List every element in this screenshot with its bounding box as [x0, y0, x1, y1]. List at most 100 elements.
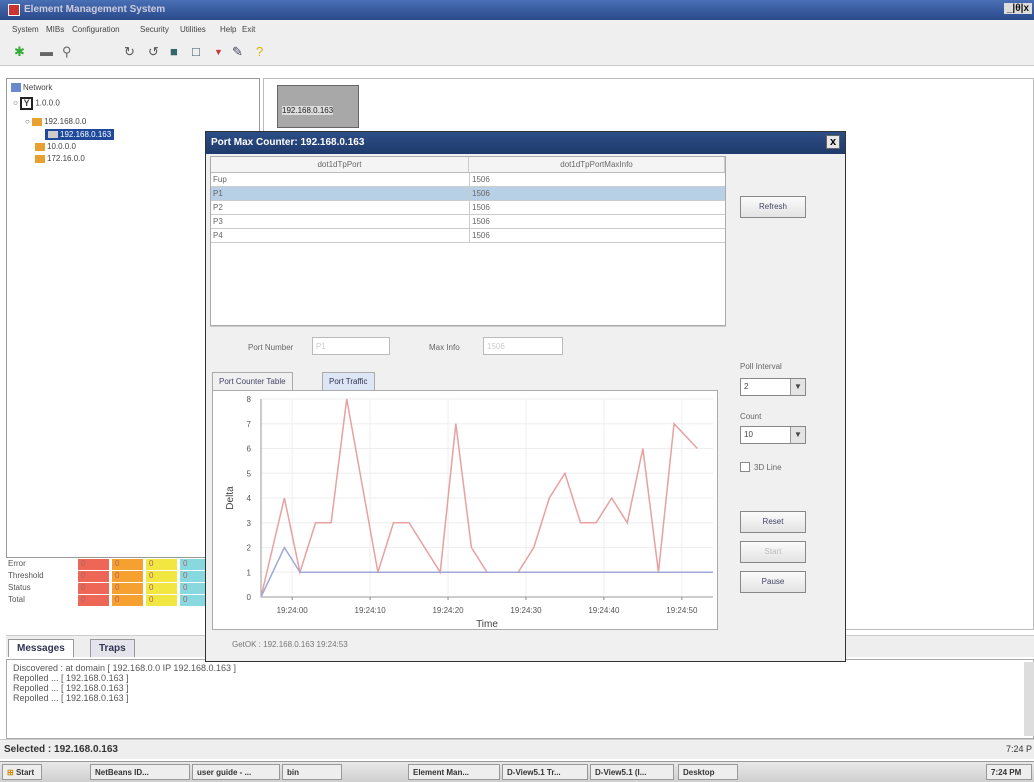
- taskbar-item-bin[interactable]: bin: [282, 764, 342, 780]
- filter-icon[interactable]: ▼: [214, 47, 223, 57]
- table-cell-port: P1: [213, 189, 223, 198]
- table-row[interactable]: P1 1506: [211, 187, 725, 201]
- count-cell[interactable]: 0: [78, 559, 109, 570]
- pause-button[interactable]: Pause: [740, 571, 806, 593]
- dialog-title-bar: Port Max Counter: 192.168.0.163 x: [206, 132, 845, 154]
- device-icon: [48, 131, 58, 139]
- alarm-counts: Error 0 0 0 0 Threshold 0 0 0 0 Status 0 0 0 0 Total 0 0 0…: [6, 556, 211, 626]
- device-box[interactable]: 192.168.0.163: [277, 85, 359, 128]
- menu-exit[interactable]: Exit: [242, 25, 255, 34]
- taskbar-desktop[interactable]: Desktop: [678, 764, 738, 780]
- table-cell-maxinfo: 1506: [472, 203, 490, 212]
- traffic-chart: 0 1 2 3 4 5 6 7 8 19:24:00 19:24:10 19:24:20 19:24:3…: [212, 390, 718, 630]
- count-cell[interactable]: 0: [112, 583, 143, 594]
- menu-system[interactable]: System: [12, 25, 39, 34]
- y-tick-label: 3: [247, 519, 252, 528]
- menu-bar: System MIBs Configuration Security Utili…: [0, 20, 1034, 40]
- device-icon[interactable]: ▬: [40, 44, 53, 59]
- table-cell-port: P4: [213, 231, 223, 240]
- selected-status: Selected : 192.168.0.163: [4, 744, 118, 755]
- edit-icon[interactable]: ✎: [232, 44, 243, 60]
- title-bar: Element Management System _|θ|x: [0, 0, 1034, 20]
- taskbar-item-element-manager[interactable]: Element Man...: [408, 764, 500, 780]
- count-cell[interactable]: 0: [112, 559, 143, 570]
- help-icon[interactable]: ?: [256, 44, 263, 59]
- table-row[interactable]: P4 1506: [211, 229, 725, 243]
- taskbar-item-dview-tr[interactable]: D-View5.1 Tr...: [502, 764, 588, 780]
- book-icon[interactable]: ■: [170, 44, 178, 59]
- expand-icon: ○: [25, 117, 30, 126]
- y-tick-label: 1: [247, 568, 252, 577]
- menu-help[interactable]: Help: [220, 25, 236, 34]
- y-tick-label: 5: [247, 469, 252, 478]
- router-icon: Y: [20, 97, 34, 110]
- table-row[interactable]: Fup 1506: [211, 173, 725, 187]
- count-cell[interactable]: 0: [78, 571, 109, 582]
- table-row[interactable]: P3 1506: [211, 215, 725, 229]
- window-controls[interactable]: _|θ|x: [1003, 3, 1032, 14]
- column-divider: [469, 187, 470, 201]
- poll-interval-select[interactable]: 2 ▼: [740, 378, 806, 396]
- port-table: dot1dTpPort dot1dTpPortMaxInfo Fup 1506 P1…: [210, 156, 726, 326]
- count-cell[interactable]: 0: [146, 559, 177, 570]
- x-axis-label: Time: [476, 619, 498, 629]
- tree-node-10-0-0-0[interactable]: 10.0.0.0: [35, 142, 76, 151]
- count-cell[interactable]: 0: [112, 571, 143, 582]
- folder-icon: [35, 142, 45, 151]
- start-button[interactable]: ⊞ Start: [2, 764, 42, 780]
- taskbar-item-netbeans[interactable]: NetBeans ID...: [90, 764, 190, 780]
- taskbar-item-user-guide[interactable]: user guide - ...: [192, 764, 280, 780]
- table-cell-maxinfo: 1506: [472, 175, 490, 184]
- tab-port-traffic[interactable]: Port Traffic: [322, 372, 375, 390]
- count-label: Count: [740, 412, 762, 421]
- tree-node-192-168-0-0[interactable]: ○ 192.168.0.0: [25, 117, 86, 126]
- reset-button[interactable]: Reset: [740, 511, 806, 533]
- count-cell[interactable]: 0: [78, 595, 109, 606]
- line3d-checkbox[interactable]: [740, 462, 750, 472]
- chevron-down-icon: ▼: [790, 379, 805, 395]
- max-info-field[interactable]: [483, 337, 563, 355]
- message-scrollbar[interactable]: [1024, 662, 1034, 736]
- close-button[interactable]: x: [826, 135, 840, 149]
- status-bar: Selected : 192.168.0.163 7:24 P: [0, 739, 1034, 759]
- message-line: Repolled ... [ 192.168.0.163 ]: [13, 673, 129, 683]
- tab-traps[interactable]: Traps: [90, 639, 135, 657]
- tree-node-192-168-0-163[interactable]: 192.168.0.163: [45, 129, 115, 140]
- search-icon[interactable]: ⚲: [62, 44, 72, 60]
- count-cell[interactable]: 0: [146, 583, 177, 594]
- refresh-button[interactable]: Refresh: [740, 196, 806, 218]
- column-header-port[interactable]: dot1dTpPort: [211, 157, 469, 173]
- count-cell[interactable]: 0: [112, 595, 143, 606]
- refresh-icon[interactable]: ↻: [124, 44, 135, 60]
- tree-node-172-16-0-0[interactable]: 172.16.0.0: [35, 154, 85, 163]
- menu-utilities[interactable]: Utilities: [180, 25, 206, 34]
- menu-mibs[interactable]: MIBs: [46, 25, 64, 34]
- port-number-field[interactable]: [312, 337, 390, 355]
- y-tick-label: 2: [247, 544, 252, 553]
- menu-security[interactable]: Security: [140, 25, 169, 34]
- count-cell[interactable]: 0: [146, 571, 177, 582]
- network-icon: [11, 83, 21, 93]
- tab-port-counter-table[interactable]: Port Counter Table: [212, 372, 293, 390]
- x-tick-label: 19:24:20: [432, 606, 464, 615]
- count-label-total: Total: [8, 595, 25, 604]
- tree-root[interactable]: Network: [11, 83, 52, 93]
- app-icon: [8, 4, 20, 16]
- table-cell-port: P3: [213, 217, 223, 226]
- discover-icon[interactable]: ✱: [14, 44, 25, 60]
- table-row[interactable]: P2 1506: [211, 201, 725, 215]
- poll-icon[interactable]: ↺: [148, 44, 159, 60]
- start-button-disabled[interactable]: Start: [740, 541, 806, 563]
- column-header-maxinfo[interactable]: dot1dTpPortMaxInfo: [469, 157, 725, 173]
- count-cell[interactable]: 0: [146, 595, 177, 606]
- tab-messages[interactable]: Messages: [8, 639, 74, 657]
- line3d-label: 3D Line: [754, 463, 782, 472]
- tree-node-1-0-0-0[interactable]: ○ Y 1.0.0.0: [13, 97, 60, 110]
- menu-configuration[interactable]: Configuration: [72, 25, 120, 34]
- count-cell[interactable]: 0: [78, 583, 109, 594]
- count-select[interactable]: 10 ▼: [740, 426, 806, 444]
- y-tick-label: 4: [247, 494, 252, 503]
- x-tick-label: 19:24:40: [588, 606, 620, 615]
- window-icon[interactable]: □: [192, 44, 200, 59]
- taskbar-item-dview-l[interactable]: D-View5.1 (l...: [590, 764, 674, 780]
